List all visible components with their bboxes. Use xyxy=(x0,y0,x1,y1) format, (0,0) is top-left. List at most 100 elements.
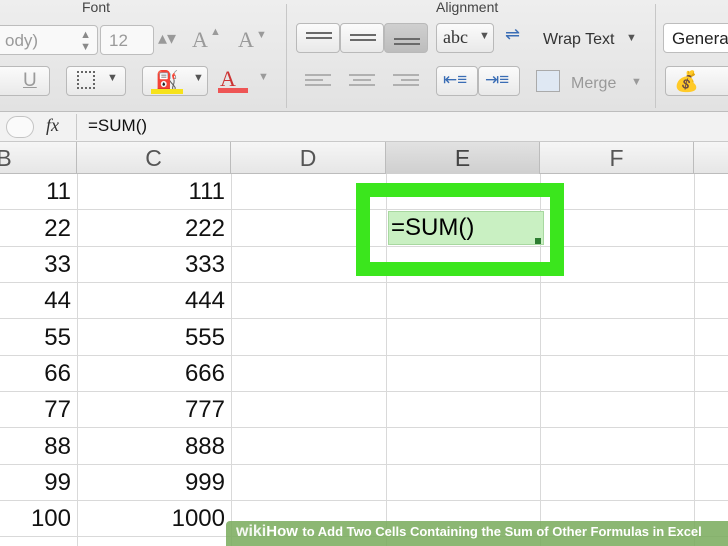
font-size-stepper-icon[interactable]: ▴▾ xyxy=(158,28,176,49)
cell-c6[interactable]: 666 xyxy=(185,360,225,388)
currency-format-button[interactable]: 💰 xyxy=(665,66,728,96)
gridline xyxy=(0,464,728,465)
ribbon-separator xyxy=(286,4,287,108)
active-cell-value: =SUM() xyxy=(391,214,475,241)
merge-button[interactable]: Merge xyxy=(571,75,616,93)
currency-icon: 💰 xyxy=(674,71,699,93)
cell-b8[interactable]: 88 xyxy=(44,433,71,461)
gridline xyxy=(0,355,728,356)
align-left-icon xyxy=(305,74,331,89)
align-left-button[interactable] xyxy=(296,66,340,96)
cell-b7[interactable]: 77 xyxy=(44,396,71,424)
cell-b4[interactable]: 44 xyxy=(44,287,71,315)
column-header-d[interactable]: D xyxy=(231,142,386,174)
caption-how: How xyxy=(266,523,298,540)
fx-icon[interactable]: fx xyxy=(46,115,59,136)
align-center-button[interactable] xyxy=(340,66,384,96)
font-color-button[interactable]: A ▼ xyxy=(212,66,274,96)
wrap-text-button[interactable]: Wrap Text xyxy=(543,31,614,49)
chevron-down-icon[interactable]: ▼ xyxy=(626,32,637,44)
font-name-select[interactable]: ody) ▲ ▼ xyxy=(0,25,98,55)
align-right-icon xyxy=(393,74,419,89)
gridline xyxy=(231,174,232,546)
font-group-label: Font xyxy=(82,0,111,15)
text-orientation-button[interactable]: abc ▼ xyxy=(436,23,494,53)
align-bottom-icon xyxy=(394,38,420,48)
decrease-indent-button[interactable]: ⇤≡ xyxy=(436,66,478,96)
cell-b5[interactable]: 55 xyxy=(44,324,71,352)
align-middle-icon xyxy=(350,34,376,44)
decrease-indent-icon: ⇤≡ xyxy=(443,70,468,89)
column-headers: B C D E F xyxy=(0,142,728,174)
fill-color-swatch xyxy=(151,89,183,94)
column-label: B xyxy=(0,145,12,171)
gridline xyxy=(0,282,728,283)
fill-color-button[interactable]: ⛽ ▼ xyxy=(142,66,208,96)
shrink-font-button[interactable]: A ▼ xyxy=(232,25,274,55)
ribbon: Font Alignment ody) ▲ ▼ 12 ▴▾ A ▲ A ▼ U ▼… xyxy=(0,0,728,112)
align-right-button[interactable] xyxy=(384,66,428,96)
cell-c9[interactable]: 999 xyxy=(185,469,225,497)
font-size-value: 12 xyxy=(109,31,128,50)
cell-b9[interactable]: 99 xyxy=(44,469,71,497)
ribbon-separator xyxy=(655,4,656,108)
cell-b2[interactable]: 22 xyxy=(44,215,71,243)
column-label: D xyxy=(299,145,317,171)
gridline xyxy=(0,391,728,392)
chevron-down-icon: ▼ xyxy=(107,72,118,84)
align-top-button[interactable] xyxy=(296,23,340,53)
column-label: F xyxy=(609,145,624,171)
chevron-down-icon: ▼ xyxy=(193,72,204,84)
grow-font-button[interactable]: A ▲ xyxy=(186,25,228,55)
chevron-down-icon[interactable]: ▼ xyxy=(631,76,642,88)
cell-b1[interactable]: 11 xyxy=(46,178,71,206)
font-name-value: ody) xyxy=(5,31,39,50)
cell-c5[interactable]: 555 xyxy=(185,324,225,352)
gridline xyxy=(0,427,728,428)
chevron-down-icon: ▼ xyxy=(258,71,269,83)
column-header-e[interactable]: E xyxy=(386,142,540,174)
cell-c4[interactable]: 444 xyxy=(185,287,225,315)
gridline xyxy=(694,174,695,546)
align-middle-button[interactable] xyxy=(340,23,384,53)
cell-c2[interactable]: 222 xyxy=(185,215,225,243)
wrap-text-icon: ⇌ xyxy=(505,24,521,44)
column-header-b[interactable]: B xyxy=(0,142,77,174)
active-cell-e2[interactable]: =SUM() xyxy=(388,211,544,245)
watermark-caption: wikiHow to Add Two Cells Containing the … xyxy=(226,521,728,546)
borders-button[interactable]: ▼ xyxy=(66,66,126,96)
alignment-group-label: Alignment xyxy=(436,0,499,15)
column-header-f[interactable]: F xyxy=(540,142,694,174)
name-box-toggle[interactable] xyxy=(6,116,34,138)
align-bottom-button[interactable] xyxy=(384,23,428,53)
cell-c8[interactable]: 888 xyxy=(185,433,225,461)
increase-indent-icon: ⇥≡ xyxy=(485,70,510,89)
number-format-select[interactable]: Genera xyxy=(663,23,728,53)
cell-c1[interactable]: 111 xyxy=(189,178,225,206)
font-color-swatch xyxy=(218,88,248,93)
caption-text: to Add Two Cells Containing the Sum of O… xyxy=(302,524,702,539)
align-center-icon xyxy=(349,74,375,89)
column-label: E xyxy=(454,145,471,171)
cell-c10[interactable]: 1000 xyxy=(172,505,225,533)
number-format-value: Genera xyxy=(672,29,728,48)
cell-b6[interactable]: 66 xyxy=(44,360,71,388)
wiki-brand: wiki xyxy=(236,523,267,540)
fill-handle[interactable] xyxy=(535,238,541,244)
underline-button[interactable]: U xyxy=(0,66,50,96)
align-top-icon xyxy=(306,32,332,42)
column-label: C xyxy=(145,145,162,171)
gridline xyxy=(0,318,728,319)
font-size-select[interactable]: 12 xyxy=(100,25,154,55)
formula-input[interactable]: =SUM() xyxy=(88,116,147,136)
chevron-down-icon: ▼ xyxy=(479,30,490,42)
cell-b10[interactable]: 100 xyxy=(31,505,71,533)
formula-bar: fx =SUM() xyxy=(0,112,728,142)
cell-c3[interactable]: 333 xyxy=(185,251,225,279)
arrow-up-icon: ▲ xyxy=(210,26,221,38)
cell-c7[interactable]: 777 xyxy=(185,396,225,424)
text-style-label: abc xyxy=(443,27,468,47)
cell-b3[interactable]: 33 xyxy=(44,251,71,279)
column-header-c[interactable]: C xyxy=(77,142,231,174)
increase-indent-button[interactable]: ⇥≡ xyxy=(478,66,520,96)
